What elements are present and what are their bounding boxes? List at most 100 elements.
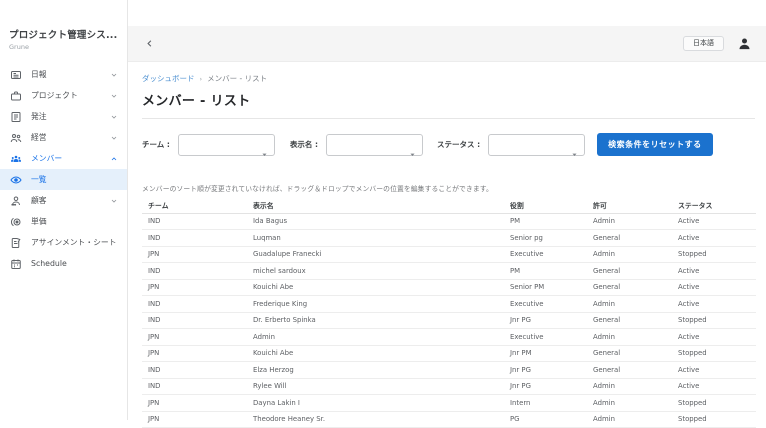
title-divider xyxy=(142,118,755,119)
user-avatar-icon[interactable] xyxy=(736,36,752,52)
table-row[interactable]: JPN Kouichi Abe Senior PM General Active xyxy=(142,279,756,296)
cell-status: Active xyxy=(672,262,756,280)
cell-team: IND xyxy=(142,312,247,329)
cell-name: Dayna Lakin I xyxy=(247,394,504,412)
cell-status: Active xyxy=(672,279,756,296)
table-row[interactable]: JPN Guadalupe Franecki Executive Admin S… xyxy=(142,246,756,263)
sidebar-item-unit-price[interactable]: 単価 xyxy=(0,211,127,232)
cell-role: PM xyxy=(504,213,587,230)
display-name-filter-label: 表示名 : xyxy=(289,140,319,149)
column-header-status: ステータス xyxy=(672,198,756,214)
table-row[interactable]: IND Ida Bagus PM Admin Active xyxy=(142,213,756,230)
cell-permission: General xyxy=(587,262,672,280)
reset-search-button[interactable]: 検索条件をリセットする xyxy=(597,133,713,156)
column-header-role: 役割 xyxy=(504,198,587,214)
cell-team: IND xyxy=(142,361,247,379)
collapse-sidebar-button[interactable] xyxy=(144,38,156,50)
breadcrumb-dashboard-link[interactable]: ダッシュボード xyxy=(142,73,195,84)
cell-status: Stopped xyxy=(672,411,756,428)
cell-team: IND xyxy=(142,229,247,247)
sidebar-item-order[interactable]: 発注 xyxy=(0,106,127,127)
cell-name: Guadalupe Franecki xyxy=(247,246,504,263)
sidebar-item-customers[interactable]: 顧客 xyxy=(0,190,127,211)
sidebar-item-label: 一覧 xyxy=(31,175,47,184)
cell-team: JPN xyxy=(142,345,247,362)
sidebar-item-label: 単価 xyxy=(31,217,47,226)
table-row[interactable]: JPN Theodore Heaney Sr. PG Admin Stopped xyxy=(142,411,756,428)
cell-status: Stopped xyxy=(672,246,756,263)
sidebar-item-member-list[interactable]: 一覧 xyxy=(0,169,127,190)
top-header-bar: 日本語 xyxy=(128,26,766,62)
cell-role: Executive xyxy=(504,295,587,313)
cell-role: Senior pg xyxy=(504,229,587,247)
cell-status: Stopped xyxy=(672,394,756,412)
cell-role: Jnr PG xyxy=(504,312,587,329)
cell-team: JPN xyxy=(142,328,247,346)
cell-status: Active xyxy=(672,213,756,230)
cell-permission: General xyxy=(587,229,672,247)
calendar-icon xyxy=(10,258,22,270)
cell-team: IND xyxy=(142,378,247,395)
app-title: プロジェクト管理シス... xyxy=(9,30,117,41)
cell-permission: General xyxy=(587,345,672,362)
cell-permission: General xyxy=(587,312,672,329)
cell-permission: Admin xyxy=(587,213,672,230)
sidebar-nav: 日報 プロジェクト 発注 経営 メンバー 一覧 顧客 単価 アサインメント・シー… xyxy=(0,64,127,274)
column-header-display-name: 表示名 xyxy=(247,198,504,214)
table-row[interactable]: IND Dr. Erberto Spinka Jnr PG General St… xyxy=(142,312,756,329)
cell-name: Ida Bagus xyxy=(247,213,504,230)
table-row[interactable]: IND Luqman Senior pg General Active xyxy=(142,229,756,247)
members-table: チーム 表示名 役割 許可 ステータス IND Ida Bagus PM Adm… xyxy=(142,198,756,428)
team-filter-label: チーム : xyxy=(142,140,170,149)
sidebar-item-assignment-sheet[interactable]: アサインメント・シート xyxy=(0,232,127,253)
briefcase-icon xyxy=(10,90,22,102)
display-name-select[interactable] xyxy=(326,133,424,156)
cell-team: IND xyxy=(142,295,247,313)
table-row[interactable]: IND Rylee Will Jnr PG Admin Active xyxy=(142,378,756,395)
sidebar-item-label: プロジェクト xyxy=(31,91,78,100)
cell-permission: Admin xyxy=(587,295,672,313)
sidebar-item-schedule[interactable]: Schedule xyxy=(0,253,127,274)
cell-name: Frederique King xyxy=(247,295,504,313)
cell-permission: General xyxy=(587,361,672,379)
caret-down-icon xyxy=(409,143,416,156)
two-people-icon xyxy=(10,132,22,144)
sidebar-item-label: 日報 xyxy=(31,70,47,79)
topbar-actions: 日本語 xyxy=(683,36,752,52)
chevron-down-icon xyxy=(110,71,118,79)
table-row[interactable]: JPN Dayna Lakin I Intern Admin Stopped xyxy=(142,394,756,412)
breadcrumb-current: メンバー - リスト xyxy=(207,74,268,83)
cell-role: Senior PM xyxy=(504,279,587,296)
sidebar-item-members[interactable]: メンバー xyxy=(0,148,127,169)
eye-icon xyxy=(10,174,22,186)
chevron-down-icon xyxy=(110,92,118,100)
column-header-permission: 許可 xyxy=(587,198,672,214)
cell-role: Intern xyxy=(504,394,587,412)
sidebar-item-daily-report[interactable]: 日報 xyxy=(0,64,127,85)
team-select[interactable] xyxy=(177,133,275,156)
caret-down-icon xyxy=(571,143,578,156)
cell-role: Executive xyxy=(504,246,587,263)
table-row[interactable]: IND Elza Herzog Jnr PG General Active xyxy=(142,361,756,379)
sidebar-item-label: アサインメント・シート xyxy=(31,238,117,247)
sidebar-item-label: 経営 xyxy=(31,133,47,142)
table-row[interactable]: IND Frederique King Executive Admin Acti… xyxy=(142,295,756,313)
status-filter-label: ステータス : xyxy=(437,140,481,149)
table-row[interactable]: JPN Admin Executive Admin Active xyxy=(142,328,756,346)
language-button[interactable]: 日本語 xyxy=(683,36,724,51)
table-row[interactable]: IND michel sardoux PM General Active xyxy=(142,262,756,280)
status-select[interactable] xyxy=(488,133,586,156)
sidebar-item-management[interactable]: 経営 xyxy=(0,127,127,148)
cell-team: JPN xyxy=(142,394,247,412)
coin-icon xyxy=(10,216,22,228)
app-window: プロジェクト管理シス... Grune 日報 プロジェクト 発注 経営 メンバー… xyxy=(0,0,766,428)
breadcrumb: ダッシュボード › メンバー - リスト xyxy=(142,73,756,84)
table-row[interactable]: JPN Kouichi Abe Jnr PM General Stopped xyxy=(142,345,756,362)
person-icon xyxy=(10,195,22,207)
sidebar-item-label: 顧客 xyxy=(31,196,47,205)
sidebar-item-project[interactable]: プロジェクト xyxy=(0,85,127,106)
cell-name: Elza Herzog xyxy=(247,361,504,379)
cell-status: Active xyxy=(672,378,756,395)
cell-role: PG xyxy=(504,411,587,428)
cell-status: Active xyxy=(672,295,756,313)
